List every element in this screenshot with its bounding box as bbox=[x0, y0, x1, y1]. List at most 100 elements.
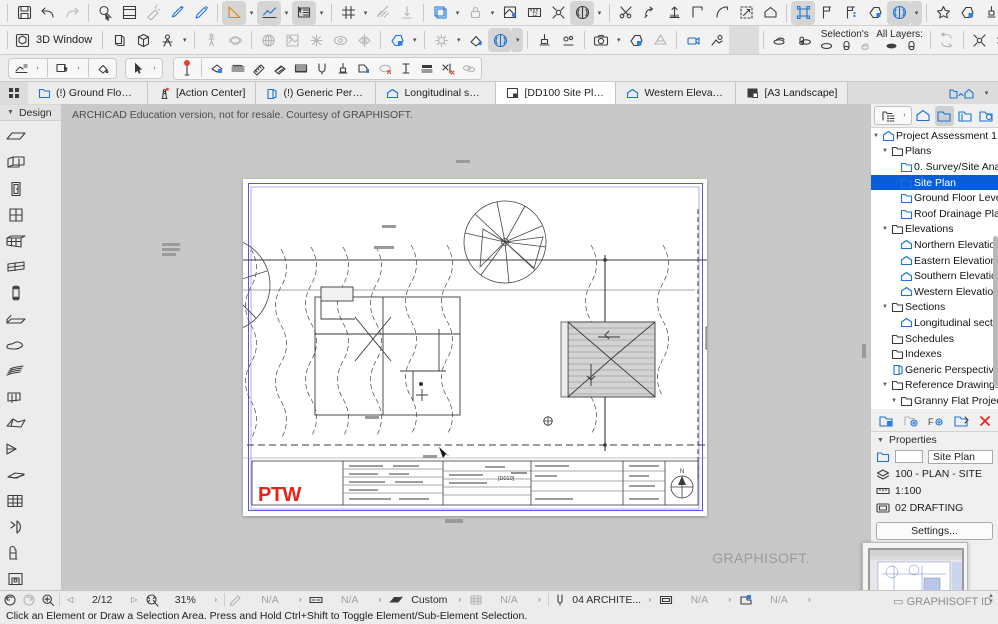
snap-guides-dropdown[interactable]: ▾ bbox=[246, 1, 257, 25]
fit-in-window-icon[interactable] bbox=[38, 591, 57, 609]
tree-item-0-survey-site-anal[interactable]: 0. Survey/Site Anal bbox=[871, 159, 998, 175]
zoom-next-icon[interactable] bbox=[19, 591, 38, 609]
view-set-icon[interactable] bbox=[948, 87, 978, 100]
element-settings-dropdown[interactable]: ▾ bbox=[452, 1, 463, 25]
linetype-icon[interactable] bbox=[307, 591, 326, 609]
window-tool-icon[interactable] bbox=[0, 202, 31, 228]
snap-points-dropdown[interactable]: ▾ bbox=[281, 1, 292, 25]
wall-insert-icon[interactable] bbox=[206, 59, 227, 78]
3d-document-icon[interactable] bbox=[385, 28, 409, 52]
solid-element-icon[interactable] bbox=[758, 1, 782, 25]
photorender-icon[interactable] bbox=[532, 28, 556, 52]
tree-item-reference-drawings[interactable]: ▼Reference Drawings bbox=[871, 378, 998, 394]
angle-snap-icon[interactable] bbox=[437, 59, 458, 78]
design-toolset-dropdown[interactable]: › bbox=[32, 56, 43, 80]
furniture-tool-icon[interactable] bbox=[0, 566, 31, 592]
profile-dropdown-icon[interactable]: › bbox=[803, 595, 816, 604]
link-elements-icon[interactable] bbox=[458, 59, 479, 78]
skylight-tool-icon[interactable] bbox=[0, 254, 31, 280]
morph-tool-icon[interactable] bbox=[0, 462, 31, 488]
stretch-icon[interactable] bbox=[734, 1, 758, 25]
tree-twisty-icon[interactable]: ▼ bbox=[880, 382, 890, 388]
wall-tool-icon[interactable] bbox=[0, 150, 31, 176]
cut-icon[interactable] bbox=[614, 1, 638, 25]
tree-item-western-elevation[interactable]: Western Elevation bbox=[871, 284, 998, 300]
object-tool-icon[interactable] bbox=[0, 540, 31, 566]
camera-dropdown[interactable]: ▾ bbox=[613, 28, 624, 52]
pen-icon[interactable] bbox=[227, 591, 246, 609]
tree-item-roof-drainage-plan[interactable]: Roof Drainage Plan bbox=[871, 206, 998, 222]
camera-icon[interactable] bbox=[589, 28, 613, 52]
beam-tool-icon[interactable] bbox=[0, 306, 31, 332]
orbit-icon[interactable] bbox=[223, 28, 247, 52]
globe-view-icon[interactable] bbox=[256, 28, 280, 52]
railing-tool-icon[interactable] bbox=[0, 384, 31, 410]
sun-study-icon[interactable] bbox=[705, 28, 729, 52]
tree-twisty-icon[interactable]: ▼ bbox=[889, 398, 899, 404]
elevation-crop-icon[interactable] bbox=[353, 59, 374, 78]
zoom-tool-icon[interactable] bbox=[142, 591, 161, 609]
grid-display-icon[interactable] bbox=[992, 28, 998, 52]
scrollbar-thumb[interactable] bbox=[993, 236, 998, 386]
surface-paint-icon[interactable] bbox=[464, 28, 488, 52]
tab-overview-icon[interactable] bbox=[0, 82, 28, 104]
fillet-icon[interactable] bbox=[710, 1, 734, 25]
graphisoft-id-label[interactable]: ▭ GRAPHISOFT ID bbox=[893, 595, 992, 608]
tab-western-elevation[interactable]: Western Elevation [... bbox=[616, 82, 736, 104]
save-selection-icon[interactable] bbox=[955, 1, 979, 25]
tree-item-project-assessment-1[interactable]: ▼Project Assessment 1 - ( bbox=[871, 128, 998, 144]
lock-dropdown[interactable]: ▾ bbox=[487, 1, 498, 25]
suspend-groups-icon[interactable] bbox=[815, 1, 839, 25]
3d-perspective-icon[interactable] bbox=[155, 28, 179, 52]
save-icon[interactable] bbox=[12, 1, 36, 25]
navigator-tree[interactable]: ▼Project Assessment 1 - (▼Plans0. Survey… bbox=[871, 128, 998, 409]
stair-tool-icon[interactable] bbox=[0, 358, 31, 384]
linetype-dropdown-icon[interactable]: › bbox=[374, 595, 387, 604]
profile-icon[interactable] bbox=[736, 591, 755, 609]
3d-style-icon[interactable] bbox=[328, 28, 352, 52]
door-tool-icon[interactable] bbox=[0, 176, 31, 202]
grid-snap-dropdown[interactable]: ▾ bbox=[360, 1, 371, 25]
brick-wall-icon[interactable] bbox=[269, 59, 290, 78]
grid-visible-icon[interactable] bbox=[371, 1, 395, 25]
composite-icon[interactable] bbox=[656, 591, 675, 609]
slab-tool-icon[interactable] bbox=[0, 124, 31, 150]
save-view-icon[interactable]: F bbox=[928, 414, 944, 428]
layout-canvas[interactable]: ARCHICAD Education version, not for resa… bbox=[62, 104, 870, 590]
profile-field[interactable]: N/A › bbox=[755, 591, 816, 609]
eyedropper-icon[interactable] bbox=[165, 1, 189, 25]
3d-view-axon-icon[interactable] bbox=[131, 28, 155, 52]
snap-reference-icon[interactable] bbox=[292, 1, 316, 25]
texture-paint-icon[interactable] bbox=[556, 28, 580, 52]
building-material-dropdown-icon[interactable]: › bbox=[533, 595, 546, 604]
pointer-icon[interactable] bbox=[128, 59, 149, 78]
page-navigation[interactable]: ◁ 2/12 ▷ bbox=[62, 591, 142, 609]
layout-book-icon[interactable] bbox=[956, 106, 975, 126]
publisher-sets-icon[interactable] bbox=[976, 106, 995, 126]
renovation-palette-icon[interactable] bbox=[488, 28, 512, 52]
rotate-icon[interactable] bbox=[638, 1, 662, 25]
navigator-mode-icon[interactable] bbox=[876, 106, 899, 126]
tree-twisty-icon[interactable]: ▼ bbox=[880, 148, 890, 154]
design-toolset-icon[interactable] bbox=[11, 59, 32, 78]
layout-sheet[interactable]: N [D010] PTW bbox=[243, 179, 707, 516]
view-name-field[interactable]: Site Plan bbox=[928, 450, 993, 464]
offset-icon[interactable] bbox=[686, 1, 710, 25]
snap-guides-icon[interactable] bbox=[222, 1, 246, 25]
delete-icon[interactable] bbox=[978, 414, 992, 428]
tab-longitudinal-section[interactable]: Longitudinal section... bbox=[376, 82, 496, 104]
elevate-icon[interactable] bbox=[662, 1, 686, 25]
tree-item-schedules[interactable]: Schedules bbox=[871, 331, 998, 347]
column-tool-icon[interactable] bbox=[0, 280, 31, 306]
palette-header-design[interactable]: ▼ Design bbox=[0, 104, 61, 121]
tab-bar-dropdown[interactable]: ▾ bbox=[981, 81, 992, 105]
layer-field[interactable]: 04 ARCHITE... › bbox=[570, 591, 657, 609]
3d-view-dropdown[interactable]: ▾ bbox=[179, 28, 190, 52]
fill-paint-icon[interactable] bbox=[93, 59, 114, 78]
layer-undo-icon[interactable] bbox=[935, 28, 959, 52]
parameter-transfer-icon[interactable] bbox=[979, 1, 998, 25]
next-page-icon[interactable]: ▷ bbox=[126, 595, 142, 604]
curtainwall-panel-tool-icon[interactable] bbox=[0, 514, 31, 540]
snap-reference-dropdown[interactable]: ▾ bbox=[316, 1, 327, 25]
mirror-view-icon[interactable] bbox=[352, 28, 376, 52]
